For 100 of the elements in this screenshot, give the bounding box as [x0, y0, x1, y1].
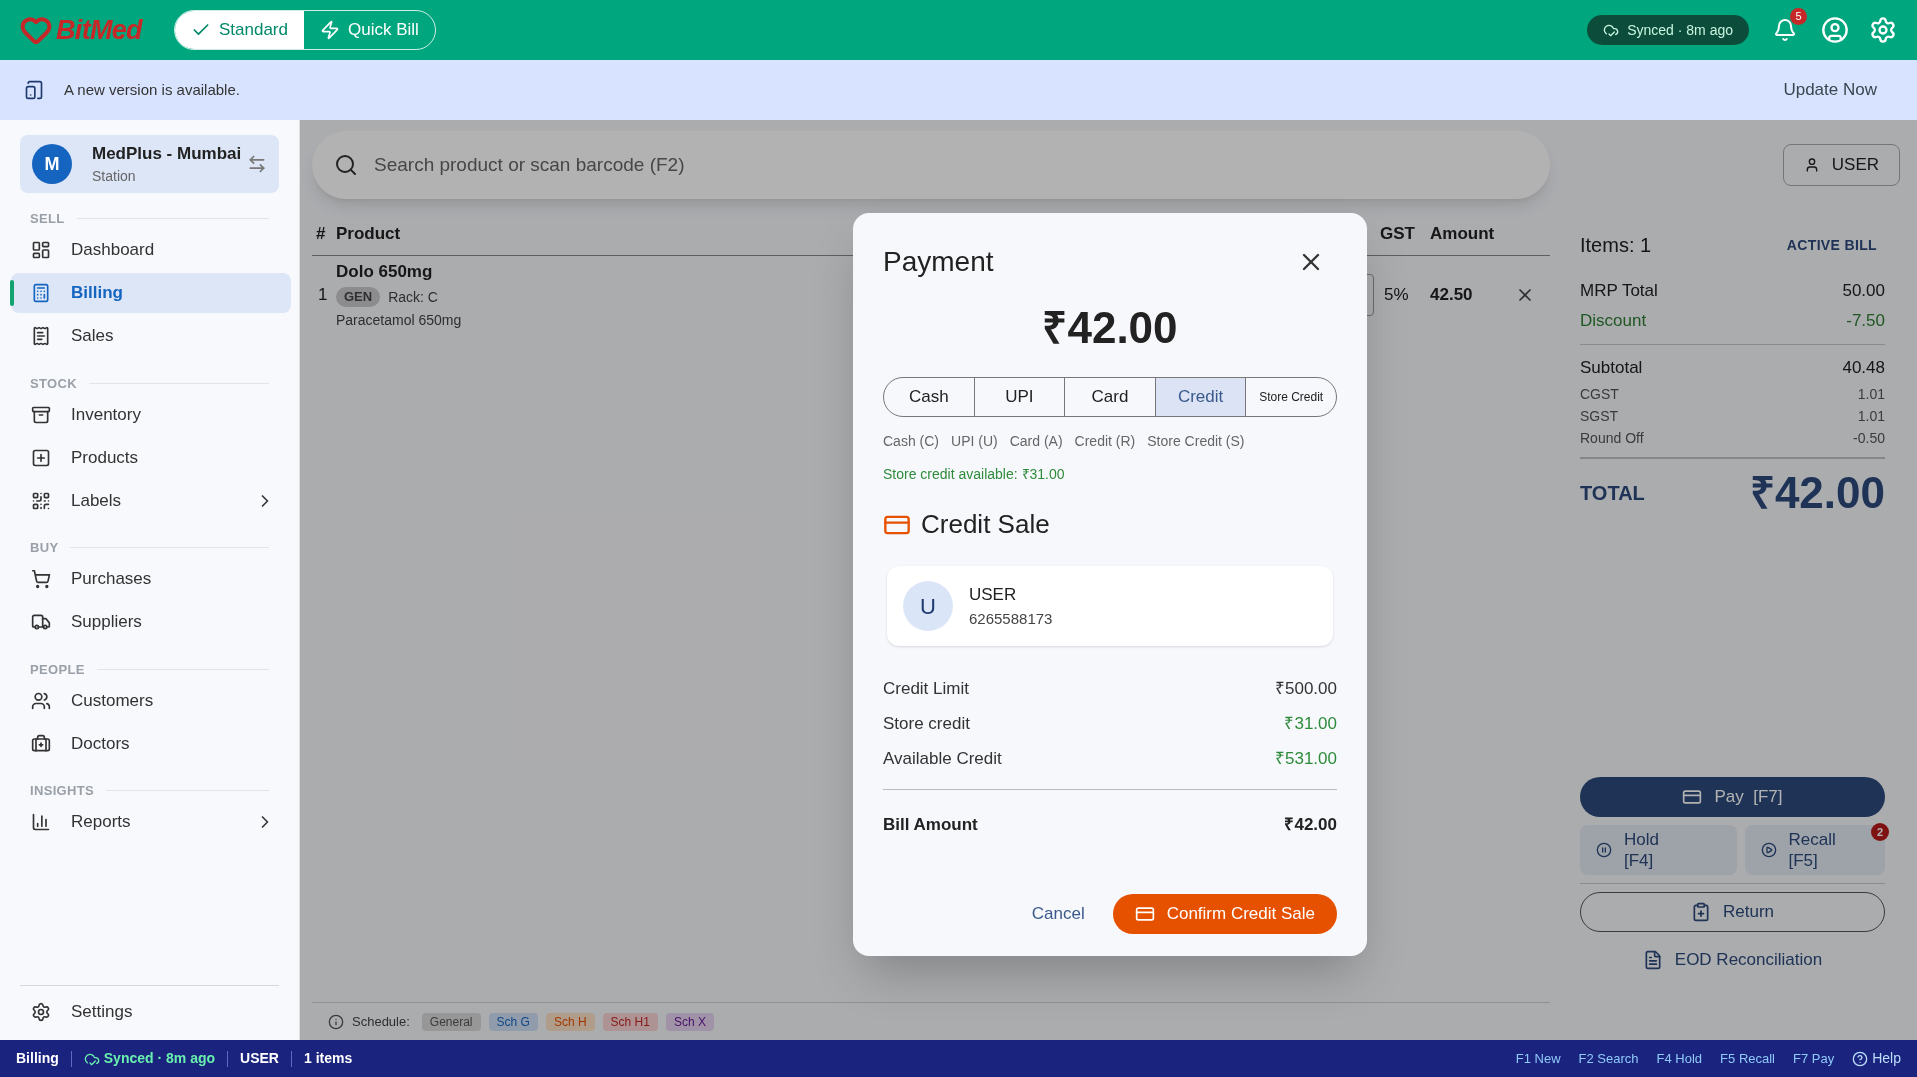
clipboard-icon: [1691, 902, 1711, 922]
notifications-button[interactable]: [1773, 18, 1797, 42]
summary-label: CGST: [1580, 384, 1619, 404]
generic-name: Paracetamol 650mg: [336, 310, 463, 330]
shortcut-hint: Cash (C): [883, 432, 939, 451]
truck-icon: [31, 612, 51, 632]
status-item: Billing: [16, 1049, 59, 1068]
qr-code-icon: [31, 490, 51, 511]
nav-item[interactable]: Products: [11, 437, 291, 478]
bill-amount-value: ₹42.00: [1284, 814, 1337, 836]
nav-item[interactable]: Purchases: [11, 559, 291, 599]
section-heading: INSIGHTS: [30, 782, 94, 800]
amount-cell-text: 42.50: [1430, 284, 1474, 306]
store-card[interactable]: M MedPlus - Mumbai Station: [20, 135, 279, 193]
summary-value: -7.50: [1846, 310, 1885, 333]
rack-location: Rack: C: [388, 287, 438, 307]
shortcut-hint: Store Credit (S): [1147, 432, 1245, 451]
column-header: Amount: [1430, 222, 1496, 245]
recall-count-badge: 2: [1871, 823, 1889, 841]
help-icon: [1852, 1050, 1869, 1067]
total-label: TOTAL: [1580, 481, 1645, 506]
payment-method-tab[interactable]: UPI: [974, 378, 1066, 416]
shortcut-key: F1 New: [1515, 1048, 1561, 1069]
update-now-link[interactable]: Update Now: [1783, 77, 1877, 103]
nav-item[interactable]: Labels: [11, 480, 291, 521]
customer-phone: 6265588173: [969, 608, 1053, 629]
shortcut-key: F5 Recall: [1720, 1048, 1775, 1069]
schedule-tag: Sch H1: [602, 1012, 658, 1031]
cloud-icon: [1603, 22, 1620, 38]
schedule-tag: General: [421, 1012, 481, 1031]
people-icon: [31, 690, 51, 711]
column-header: GST: [1380, 222, 1416, 245]
pay-button[interactable]: Pay [F7]: [1580, 777, 1885, 817]
section-heading: BUY: [30, 539, 59, 557]
nav-item[interactable]: Doctors: [11, 723, 291, 764]
summary-label: MRP Total: [1580, 280, 1658, 303]
eod-reconciliation-button[interactable]: EOD Reconciliation: [1580, 940, 1885, 980]
switch-icon[interactable]: [247, 154, 267, 174]
settings-icon[interactable]: [1869, 16, 1897, 44]
schedule-tag: Sch X: [665, 1012, 714, 1031]
confirm-credit-sale-button[interactable]: Confirm Credit Sale: [1112, 893, 1337, 934]
payment-method-tab[interactable]: Card: [1065, 378, 1156, 416]
summary-label: Round Off: [1580, 428, 1644, 448]
play-icon: [1760, 842, 1777, 858]
nav-item[interactable]: Customers: [11, 680, 291, 721]
shortcut-key: F2 Search: [1578, 1048, 1639, 1069]
status-sync: Synced · 8m ago: [103, 1049, 216, 1068]
summary-label: SGST: [1580, 406, 1619, 426]
cart-icon: [31, 569, 51, 589]
receipt-icon: [31, 326, 51, 346]
app-logo: BitMed: [56, 13, 142, 47]
plus-box-icon: [31, 447, 51, 468]
product-name: Dolo 650mg: [336, 261, 434, 283]
heart-logo-icon: [20, 14, 52, 46]
nav-item[interactable]: Dashboard: [11, 230, 291, 270]
summary-label: Subtotal: [1580, 357, 1643, 380]
bar-chart-icon: [31, 812, 51, 832]
pause-icon: [1596, 842, 1612, 858]
payment-method-tab[interactable]: Credit: [1155, 378, 1247, 416]
summary-label: Discount: [1580, 310, 1647, 333]
search-field[interactable]: Search product or scan barcode (F2): [312, 131, 1550, 199]
settings-nav-item[interactable]: Settings: [0, 986, 299, 1038]
credit-detail-value: ₹500.00: [1275, 678, 1337, 700]
nav-item[interactable]: Billing: [11, 273, 291, 313]
medical-case-icon: [31, 733, 51, 754]
mode-toggle[interactable]: Standard: [174, 11, 304, 49]
store-credit-note: Store credit available: ₹31.00: [883, 465, 1066, 484]
banner-message: A new version is available.: [64, 79, 240, 100]
payment-method-tab[interactable]: Store Credit: [1246, 378, 1336, 416]
shortcut-key: F4 Hold: [1656, 1048, 1703, 1069]
nav-item[interactable]: Suppliers: [11, 602, 291, 642]
dashboard-icon: [31, 240, 51, 260]
section-heading: SELL: [30, 210, 65, 228]
product-tag: GEN: [336, 287, 381, 307]
section-heading: PEOPLE: [30, 660, 85, 679]
lightning-icon: [319, 20, 340, 40]
store-avatar: M: [32, 144, 72, 184]
summary-value: 1.01: [1857, 406, 1885, 426]
hold-button[interactable]: Hold [F4]: [1580, 825, 1737, 875]
section-heading: STOCK: [30, 374, 77, 393]
credit-detail-label: Available Credit: [883, 748, 1002, 770]
section-title: Credit Sale: [921, 508, 1050, 541]
bill-amount-label: Bill Amount: [883, 814, 978, 836]
shortcut-hint: UPI (U): [951, 432, 998, 451]
row-number: 1: [317, 284, 329, 306]
account-icon[interactable]: [1821, 16, 1849, 44]
status-item: USER: [240, 1049, 279, 1068]
info-icon: [328, 1013, 344, 1030]
shortcut-key: F7 Pay: [1793, 1048, 1835, 1069]
dialog-title: Payment: [883, 245, 994, 279]
payment-method-tab[interactable]: Cash: [884, 378, 975, 416]
column-header: #: [315, 222, 327, 245]
shortcut-hint: Credit (R): [1074, 432, 1136, 451]
bell-icon: [1773, 18, 1797, 42]
customer-button[interactable]: USER: [1782, 144, 1900, 186]
nav-item[interactable]: Sales: [11, 316, 291, 356]
nav-item[interactable]: Inventory: [11, 394, 291, 435]
help-button[interactable]: Help: [1852, 1048, 1901, 1069]
nav-item[interactable]: Reports: [11, 802, 291, 842]
cancel-button[interactable]: Cancel: [1031, 900, 1085, 927]
